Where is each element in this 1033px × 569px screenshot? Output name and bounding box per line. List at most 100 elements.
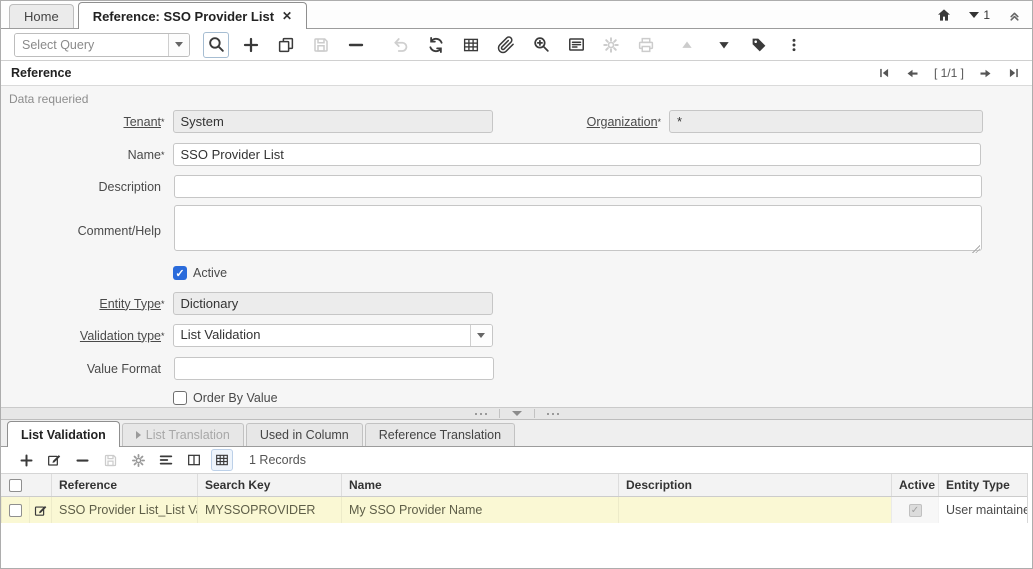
organization-field[interactable] xyxy=(669,110,983,133)
print-icon xyxy=(637,36,655,54)
first-record-button[interactable] xyxy=(876,65,892,81)
detail-customize-button[interactable] xyxy=(155,449,177,471)
validation-type-select[interactable]: List Validation xyxy=(173,324,493,347)
panel-splitter[interactable] xyxy=(1,407,1032,420)
table-row[interactable]: SSO Provider List_List Val... MYSSOPROVI… xyxy=(1,497,1027,523)
pager-text: [ 1/1 ] xyxy=(934,66,964,80)
tab-label: Reference Translation xyxy=(379,428,501,442)
close-tab-icon[interactable]: ✕ xyxy=(282,10,292,22)
delete-record-button[interactable] xyxy=(343,32,369,58)
detail-delete-button[interactable] xyxy=(71,449,93,471)
label-button[interactable] xyxy=(746,32,772,58)
name-field[interactable] xyxy=(173,143,981,166)
column-header-entity-type[interactable]: Entity Type xyxy=(938,474,1027,496)
records-count: 1 Records xyxy=(249,453,306,467)
zoom-across-button[interactable] xyxy=(528,32,554,58)
validation-type-dropdown-button[interactable] xyxy=(470,325,492,346)
active-checkbox[interactable]: ✓ xyxy=(173,266,187,280)
copy-record-button[interactable] xyxy=(273,32,299,58)
tab-reference-sso[interactable]: Reference: SSO Provider List ✕ xyxy=(78,2,307,29)
tab-list-translation[interactable]: List Translation xyxy=(122,423,244,446)
description-label: Description xyxy=(98,180,161,194)
order-by-value-checkbox[interactable] xyxy=(173,391,187,405)
row-active: ✓ Active xyxy=(173,266,1032,280)
previous-record-button[interactable] xyxy=(905,65,921,81)
zoom-across-icon xyxy=(532,35,551,54)
column-header-active[interactable]: Active xyxy=(891,474,938,496)
entity-type-label: Entity Type xyxy=(99,297,161,311)
value-format-label: Value Format xyxy=(87,362,161,376)
table-header-row: Reference Search Key Name Description Ac… xyxy=(1,473,1027,497)
column-header-search-key[interactable]: Search Key xyxy=(197,474,341,496)
find-button[interactable] xyxy=(203,32,229,58)
row-entity-type: Entity Type* xyxy=(1,292,1032,315)
save-button xyxy=(308,32,334,58)
parent-record-button xyxy=(674,32,700,58)
tenant-label: Tenant xyxy=(123,115,161,129)
chevron-down-icon xyxy=(175,42,183,47)
home-icon[interactable] xyxy=(935,6,953,24)
refresh-icon xyxy=(427,36,445,54)
collapse-header-icon[interactable] xyxy=(1006,7,1022,23)
chat-log-button[interactable] xyxy=(563,32,589,58)
query-dropdown-button[interactable] xyxy=(168,34,189,56)
grid-toggle-icon xyxy=(462,36,480,54)
query-input[interactable] xyxy=(15,34,168,56)
page-title: Reference xyxy=(11,66,71,80)
column-header-description[interactable]: Description xyxy=(618,474,891,496)
next-record-button[interactable] xyxy=(977,65,993,81)
detail-process-button[interactable] xyxy=(127,449,149,471)
status-text: Data requeried xyxy=(1,90,1032,110)
row-value-format: Value Format xyxy=(1,357,1032,380)
list-lines-icon xyxy=(158,452,174,468)
minus-icon xyxy=(75,453,90,468)
required-marker: * xyxy=(161,150,165,160)
edit-icon xyxy=(46,452,62,468)
column-header-reference[interactable]: Reference xyxy=(51,474,197,496)
undo-button xyxy=(388,32,414,58)
desktop-number: 1 xyxy=(983,8,990,22)
entity-type-field[interactable] xyxy=(173,292,493,315)
refresh-button[interactable] xyxy=(423,32,449,58)
column-header-name[interactable]: Name xyxy=(341,474,618,496)
desktop-selector[interactable]: 1 xyxy=(969,8,990,22)
tab-list-validation[interactable]: List Validation xyxy=(7,421,120,447)
grid-view-icon xyxy=(214,452,230,468)
record-form: Data requeried Tenant* Organization* Nam… xyxy=(1,86,1032,407)
detail-new-button[interactable] xyxy=(15,449,37,471)
row-select-checkbox[interactable] xyxy=(9,504,22,517)
cell-active-checkbox: ✓ xyxy=(909,504,922,517)
description-field[interactable] xyxy=(174,175,982,198)
splitter-collapse-icon[interactable] xyxy=(512,411,522,416)
detail-toggle-panel-button[interactable] xyxy=(183,449,205,471)
attachment-icon xyxy=(497,36,515,54)
detail-toolbar: 1 Records xyxy=(1,447,1032,473)
tab-home-label: Home xyxy=(24,9,59,24)
resize-grip-icon[interactable] xyxy=(972,245,980,253)
detail-grid-view-button[interactable] xyxy=(211,449,233,471)
detail-record-button[interactable] xyxy=(711,32,737,58)
row-edit-button[interactable] xyxy=(29,497,51,523)
order-by-value-label: Order By Value xyxy=(193,391,278,405)
tab-used-in-column[interactable]: Used in Column xyxy=(246,423,363,446)
value-format-field[interactable] xyxy=(174,357,494,380)
undo-icon xyxy=(392,36,410,54)
label-tag-icon xyxy=(750,36,768,54)
last-record-button[interactable] xyxy=(1006,65,1022,81)
tab-reference-translation[interactable]: Reference Translation xyxy=(365,423,515,446)
window-tabbar: Home Reference: SSO Provider List ✕ 1 xyxy=(1,1,1032,29)
validation-type-value: List Validation xyxy=(174,325,470,346)
more-actions-button[interactable] xyxy=(781,32,807,58)
select-all-checkbox[interactable] xyxy=(9,479,22,492)
attachment-button[interactable] xyxy=(493,32,519,58)
required-marker: * xyxy=(658,117,662,127)
grid-toggle-button[interactable] xyxy=(458,32,484,58)
comment-field[interactable] xyxy=(174,205,982,251)
check-icon: ✓ xyxy=(911,505,919,516)
query-combobox xyxy=(14,33,190,57)
detail-table: Reference Search Key Name Description Ac… xyxy=(1,473,1028,523)
tenant-field[interactable] xyxy=(173,110,493,133)
new-record-button[interactable] xyxy=(238,32,264,58)
tab-home[interactable]: Home xyxy=(9,4,74,28)
detail-edit-button[interactable] xyxy=(43,449,65,471)
